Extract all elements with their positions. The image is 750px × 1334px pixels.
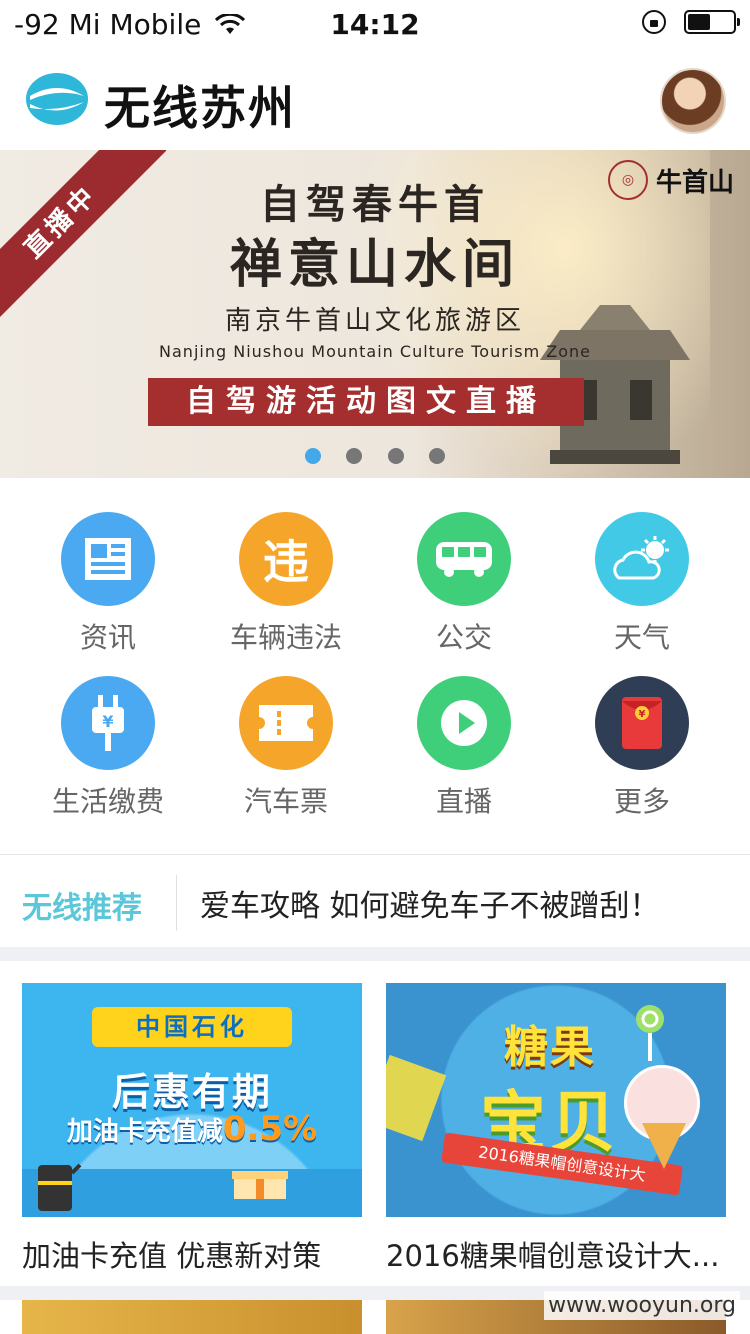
app-title: 无线苏州 (104, 81, 296, 135)
promo-card[interactable]: 中国石化 后惠有期 加油卡充值减0.5% 加油卡充值 优惠新对策 (22, 983, 362, 1275)
card-art-title: 后惠有期 (111, 1070, 272, 1114)
recommend-bar[interactable]: 无线推荐 爱车攻略 如何避免车子不被蹭刮！ (0, 855, 750, 947)
grid-item-label: 生活缴费 (51, 785, 164, 818)
cone-icon (642, 1123, 686, 1169)
card-art-sub: 加油卡充值减0.5% (66, 1109, 318, 1149)
grid-item-utility-payment[interactable]: ¥ 生活缴费 (15, 676, 201, 820)
svg-text:¥: ¥ (639, 709, 646, 720)
promo-card[interactable]: 糖果 宝贝 2016糖果帽创意设计大 2016糖果帽创意设计大... (386, 983, 726, 1275)
banner-title-line2: 禅意山水间 (229, 234, 520, 295)
more-redpacket-icon: ¥ (595, 676, 689, 770)
grid-item-bus-ticket[interactable]: 汽车票 (193, 676, 379, 820)
banner-subtitle-cn: 南京牛首山文化旅游区 (224, 306, 525, 336)
grid-item-news[interactable]: 资讯 (15, 512, 201, 656)
app-logo-icon (26, 73, 88, 125)
grid-item-label: 资讯 (79, 621, 136, 654)
grid-item-label: 汽车票 (243, 785, 328, 818)
promo-card-image[interactable]: 中国石化 后惠有期 加油卡充值减0.5% (22, 983, 362, 1217)
next-card-preview[interactable] (22, 1300, 362, 1334)
quick-access-grid: 资讯 违 车辆违法 公交 天气 ¥ 生活缴费 汽车票 直播 ¥ 更多 (0, 478, 750, 854)
banner-cta[interactable]: 自驾游活动图文直播 (148, 378, 584, 426)
grid-item-label: 公交 (435, 621, 492, 654)
recommend-separator (176, 875, 177, 931)
promo-card-image[interactable]: 糖果 宝贝 2016糖果帽创意设计大 (386, 983, 726, 1217)
banner-subtitle-en: Nanjing Niushou Mountain Culture Tourism… (159, 342, 591, 361)
utility-payment-icon: ¥ (61, 676, 155, 770)
grid-item-label: 直播 (435, 785, 492, 818)
news-icon (61, 512, 155, 606)
status-bar: -92 Mi Mobile 14:12 (0, 0, 750, 50)
app-header: 无线苏州 (0, 50, 750, 150)
section-gap (0, 947, 750, 961)
grid-item-more[interactable]: ¥ 更多 (549, 676, 735, 820)
carousel-dot[interactable] (428, 448, 445, 464)
carousel-dot[interactable] (346, 448, 363, 464)
carousel-dots (0, 448, 750, 468)
svg-text:¥: ¥ (102, 712, 113, 731)
status-time: 14:12 (330, 8, 420, 41)
bus-icon (417, 512, 511, 606)
promo-card-caption[interactable]: 加油卡充值 优惠新对策 (22, 1233, 362, 1275)
card-art-title1: 糖果 (504, 1022, 596, 1073)
carousel-dot[interactable] (305, 448, 322, 464)
banner-carousel[interactable]: 直播中 ◎ 牛首山 自驾春牛首 禅意山水间 南京牛首山文化旅游区 Nanjing… (0, 150, 750, 478)
status-right (642, 10, 740, 34)
grid-item-live[interactable]: 直播 (371, 676, 557, 820)
lollipop-icon (636, 1005, 664, 1061)
promo-cards: 中国石化 后惠有期 加油卡充值减0.5% 加油卡充值 优惠新对策 糖果 宝贝 2… (0, 961, 750, 1286)
grid-item-label: 天气 (613, 621, 670, 654)
recommend-tag: 无线推荐 (22, 891, 142, 926)
weather-icon (595, 512, 689, 606)
gift-icon (232, 1171, 288, 1199)
card-art-ribbon: 中国石化 (92, 1007, 292, 1047)
card-art-shape (386, 1054, 447, 1142)
grid-item-label: 更多 (613, 785, 670, 818)
user-avatar[interactable] (660, 68, 726, 134)
grid-item-label: 车辆违法 (229, 621, 342, 654)
ticket-icon (239, 676, 333, 770)
grid-item-traffic-violation[interactable]: 违 车辆违法 (193, 512, 379, 656)
orientation-lock-icon (642, 10, 666, 34)
oil-barrel-icon (38, 1163, 82, 1211)
watermark: www.wooyun.org (544, 1291, 740, 1320)
promo-card-caption[interactable]: 2016糖果帽创意设计大... (386, 1233, 726, 1275)
traffic-violation-icon: 违 (239, 512, 333, 606)
recommend-headline[interactable]: 爱车攻略 如何避免车子不被蹭刮！ (200, 881, 660, 925)
battery-icon (684, 10, 740, 34)
grid-item-bus[interactable]: 公交 (371, 512, 557, 656)
carousel-dot[interactable] (387, 448, 404, 464)
live-play-icon (417, 676, 511, 770)
grid-item-weather[interactable]: 天气 (549, 512, 735, 656)
